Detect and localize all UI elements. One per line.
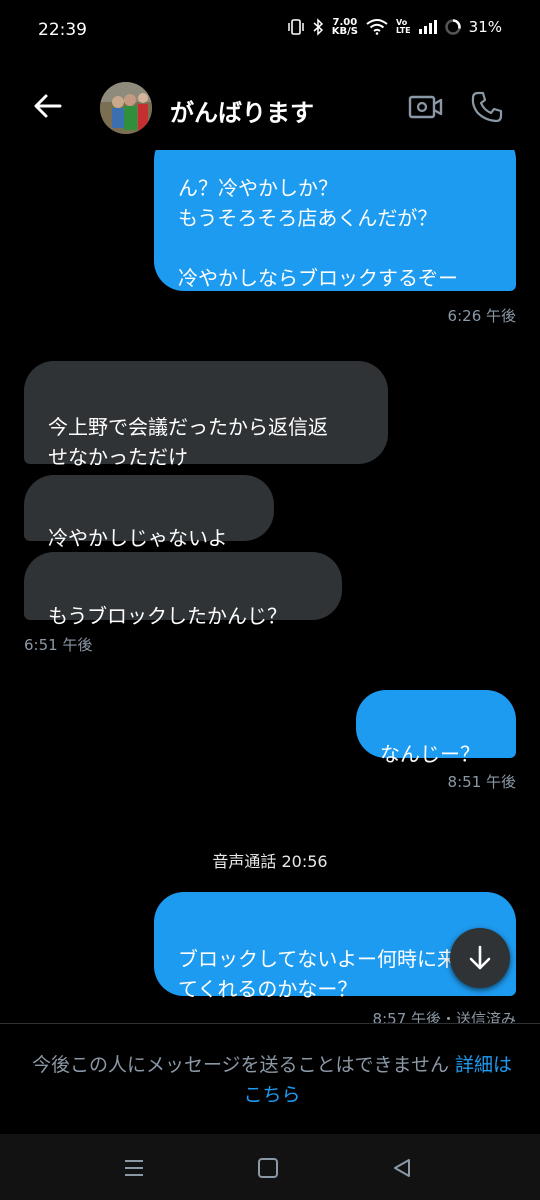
signal-icon [418, 20, 437, 34]
notice-text: 今後この人にメッセージを送ることはできません [31, 1054, 456, 1076]
wifi-icon [366, 19, 388, 35]
cannot-message-notice: 今後この人にメッセージを送ることはできません 詳細はこちら [24, 1050, 520, 1110]
arrow-down-icon [469, 945, 491, 970]
battery-percent: 31% [468, 18, 502, 36]
message-timestamp: 8:51 午後 [447, 773, 516, 791]
menu-icon[interactable] [122, 1156, 146, 1180]
scroll-to-bottom-button[interactable] [450, 928, 510, 988]
phone-call-icon[interactable] [470, 90, 504, 124]
message-bubble-received[interactable]: もうブロックしたかんじ？ [24, 552, 342, 628]
message-bubble-sent[interactable]: ん？冷やかしか？ もうそろそろ店あくんだが？ 冷やかしならブロックするぞー [154, 150, 516, 291]
message-bubble-sent[interactable]: なんじー？ [356, 690, 516, 766]
back-arrow-icon[interactable] [30, 88, 66, 124]
avatar[interactable] [100, 82, 152, 134]
video-call-icon[interactable] [408, 92, 444, 122]
battery-icon [444, 19, 461, 35]
conversation-title: がんばります [170, 99, 314, 127]
volte-indicator: Vo LTE [395, 18, 411, 35]
back-nav-icon[interactable] [390, 1156, 414, 1180]
conversation-header: がんばります [0, 66, 540, 150]
bluetooth-icon [313, 18, 323, 36]
voice-call-log: 音声通話 20:56 [212, 852, 328, 871]
system-navigation-bar [0, 1134, 540, 1200]
status-icons: 7.00 KB/S Vo LTE 31% [287, 17, 502, 37]
message-bubble-received[interactable]: 今上野で会議だったから返信返 せなかっただけ [24, 361, 388, 469]
message-timestamp: 6:51 午後 [24, 636, 93, 654]
divider [0, 1023, 540, 1024]
message-timestamp: 8:57 午後・送信済み [372, 1010, 516, 1023]
home-icon[interactable] [256, 1156, 280, 1180]
message-list[interactable]: ん？冷やかしか？ もうそろそろ店あくんだが？ 冷やかしならブロックするぞー 6:… [0, 150, 540, 1023]
status-time: 22:39 [38, 20, 87, 40]
message-timestamp: 6:26 午後 [447, 307, 516, 325]
vibrate-icon [287, 19, 304, 35]
network-speed: 7.00 KB/S [331, 17, 358, 37]
message-bubble-received[interactable]: 冷やかしじゃないよ [24, 475, 274, 550]
status-bar: 22:39 7.00 KB/S Vo LTE 31% [0, 0, 540, 62]
